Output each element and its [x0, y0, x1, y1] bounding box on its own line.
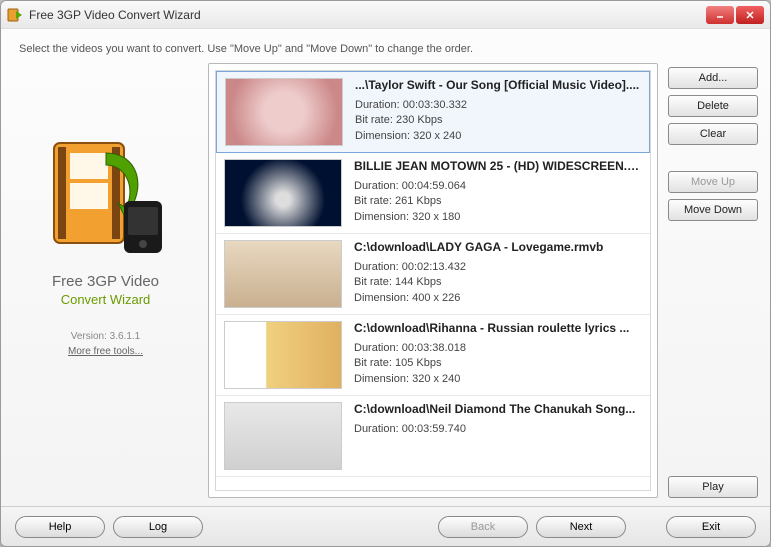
list-item[interactable]: C:\download\Neil Diamond The Chanukah So… [216, 396, 650, 477]
moveup-button[interactable]: Move Up [668, 171, 758, 193]
dimension-line: Dimension: 320 x 240 [355, 129, 641, 144]
video-thumbnail [225, 78, 343, 146]
video-thumbnail [224, 402, 342, 470]
video-meta: ...\Taylor Swift - Our Song [Official Mu… [355, 78, 641, 146]
action-column: Add... Delete Clear Move Up Move Down Pl… [668, 63, 758, 498]
video-title: C:\download\Neil Diamond The Chanukah So… [354, 402, 642, 416]
app-logo [36, 123, 176, 263]
video-title: ...\Taylor Swift - Our Song [Official Mu… [355, 78, 641, 92]
window-buttons [706, 6, 764, 24]
next-button[interactable]: Next [536, 516, 626, 538]
duration-line: Duration: 00:03:59.740 [354, 422, 642, 437]
video-title: BILLIE JEAN MOTOWN 25 - (HD) WIDESCREEN.… [354, 159, 642, 173]
content-area: Free 3GP Video Convert Wizard Version: 3… [1, 63, 770, 506]
duration-line: Duration: 00:03:38.018 [354, 341, 642, 356]
bitrate-line: Bit rate: 230 Kbps [355, 113, 641, 128]
video-thumbnail [224, 321, 342, 389]
app-window: Free 3GP Video Convert Wizard Select the… [0, 0, 771, 547]
dimension-line: Dimension: 400 x 226 [354, 291, 642, 306]
footer-bar: Help Log Back Next Exit [1, 506, 770, 546]
video-meta: C:\download\LADY GAGA - Lovegame.rmvb Du… [354, 240, 642, 308]
video-meta: C:\download\Neil Diamond The Chanukah So… [354, 402, 642, 470]
sidebar: Free 3GP Video Convert Wizard Version: 3… [13, 63, 198, 498]
instruction-text: Select the videos you want to convert. U… [1, 29, 770, 63]
delete-button[interactable]: Delete [668, 95, 758, 117]
brand-line2: Convert Wizard [61, 292, 151, 307]
movedown-button[interactable]: Move Down [668, 199, 758, 221]
close-button[interactable] [736, 6, 764, 24]
video-list[interactable]: ...\Taylor Swift - Our Song [Official Mu… [215, 70, 651, 491]
duration-line: Duration: 00:04:59.064 [354, 179, 642, 194]
window-title: Free 3GP Video Convert Wizard [29, 8, 706, 22]
log-button[interactable]: Log [113, 516, 203, 538]
clear-button[interactable]: Clear [668, 123, 758, 145]
dimension-line: Dimension: 320 x 180 [354, 210, 642, 225]
dimension-line: Dimension: 320 x 240 [354, 372, 642, 387]
list-item[interactable]: C:\download\LADY GAGA - Lovegame.rmvb Du… [216, 234, 650, 315]
minimize-button[interactable] [706, 6, 734, 24]
video-thumbnail [224, 159, 342, 227]
video-thumbnail [224, 240, 342, 308]
exit-button[interactable]: Exit [666, 516, 756, 538]
video-meta: BILLIE JEAN MOTOWN 25 - (HD) WIDESCREEN.… [354, 159, 642, 227]
version-text: Version: 3.6.1.1 [71, 331, 141, 342]
video-title: C:\download\LADY GAGA - Lovegame.rmvb [354, 240, 642, 254]
brand-line1: Free 3GP Video [52, 273, 159, 290]
app-icon [7, 7, 23, 23]
list-item[interactable]: BILLIE JEAN MOTOWN 25 - (HD) WIDESCREEN.… [216, 153, 650, 234]
bitrate-line: Bit rate: 105 Kbps [354, 356, 642, 371]
video-title: C:\download\Rihanna - Russian roulette l… [354, 321, 642, 335]
titlebar: Free 3GP Video Convert Wizard [1, 1, 770, 29]
video-list-panel: ...\Taylor Swift - Our Song [Official Mu… [208, 63, 658, 498]
duration-line: Duration: 00:02:13.432 [354, 260, 642, 275]
video-meta: C:\download\Rihanna - Russian roulette l… [354, 321, 642, 389]
bitrate-line: Bit rate: 261 Kbps [354, 194, 642, 209]
back-button[interactable]: Back [438, 516, 528, 538]
more-tools-link[interactable]: More free tools... [68, 346, 143, 357]
bitrate-line: Bit rate: 144 Kbps [354, 275, 642, 290]
add-button[interactable]: Add... [668, 67, 758, 89]
list-item[interactable]: C:\download\Rihanna - Russian roulette l… [216, 315, 650, 396]
help-button[interactable]: Help [15, 516, 105, 538]
play-button[interactable]: Play [668, 476, 758, 498]
duration-line: Duration: 00:03:30.332 [355, 98, 641, 113]
list-item[interactable]: ...\Taylor Swift - Our Song [Official Mu… [216, 71, 650, 153]
